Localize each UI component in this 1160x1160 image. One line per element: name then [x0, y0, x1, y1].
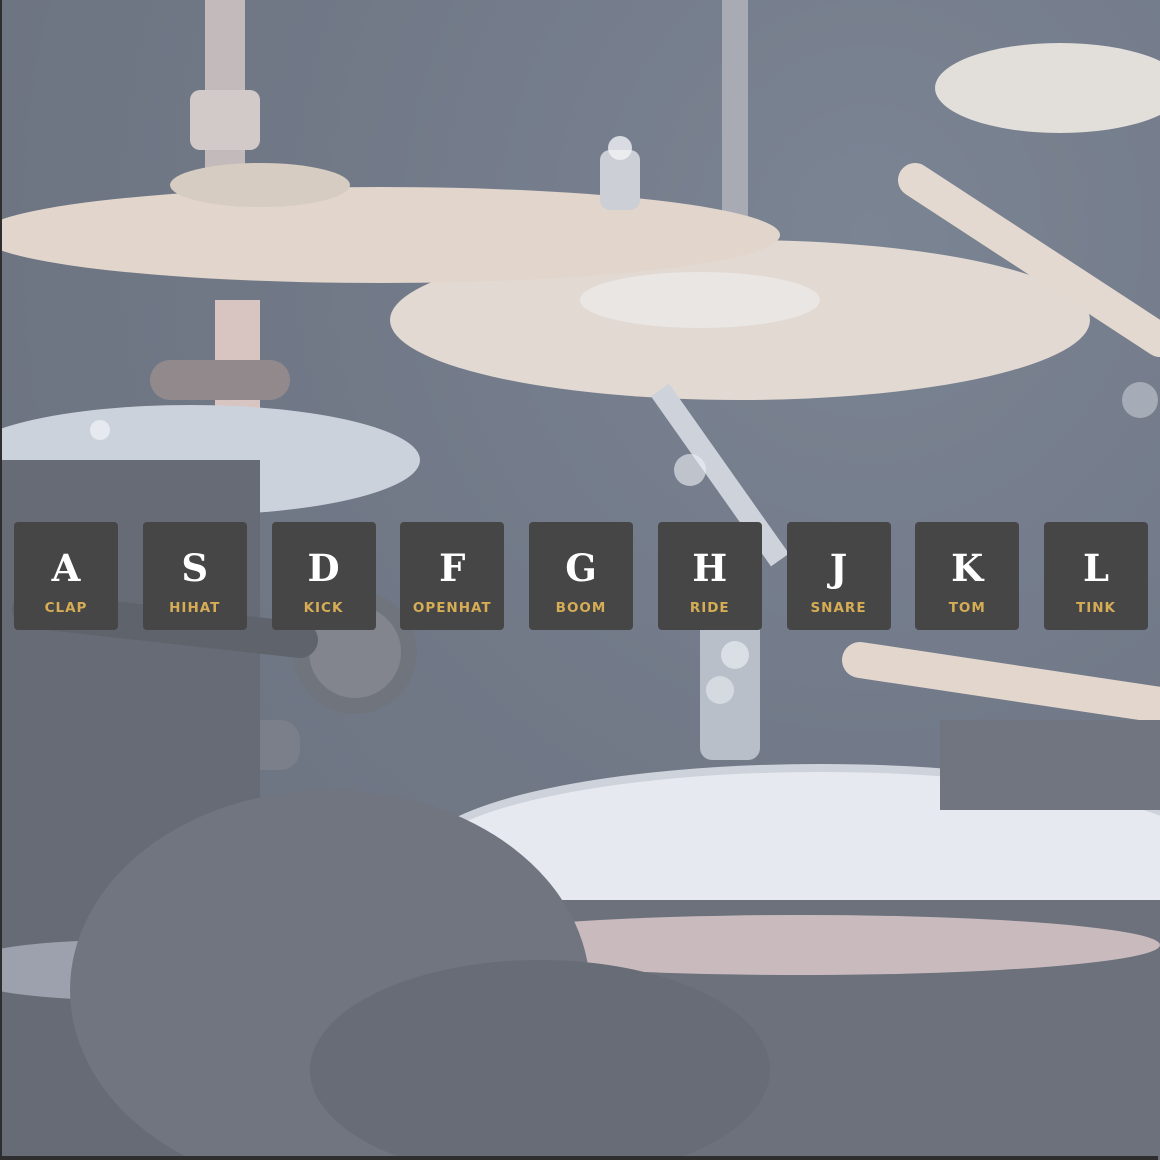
sound-label: CLAP [44, 600, 88, 616]
key-letter: G [565, 546, 597, 590]
key-letter: F [439, 546, 466, 590]
drum-key-j[interactable]: J SNARE [786, 522, 891, 630]
key-letter: H [692, 546, 728, 590]
key-letter: J [829, 546, 848, 590]
sound-label: HIHAT [169, 600, 221, 616]
sound-label: SNARE [810, 600, 867, 616]
drum-keys-row: A CLAP S HIHAT D KICK F OPENHAT G BOOM H… [14, 522, 1148, 630]
drum-key-l[interactable]: L TINK [1044, 522, 1148, 630]
sound-label: TINK [1076, 600, 1116, 616]
key-letter: L [1082, 546, 1109, 590]
key-letter: D [307, 546, 340, 590]
drum-key-s[interactable]: S HIHAT [142, 522, 247, 630]
drum-key-h[interactable]: H RIDE [657, 522, 762, 630]
sound-label: TOM [948, 600, 986, 616]
sound-label: OPENHAT [412, 600, 492, 616]
drum-key-a[interactable]: A CLAP [14, 522, 118, 630]
drum-key-f[interactable]: F OPENHAT [400, 522, 505, 630]
drum-key-g[interactable]: G BOOM [529, 522, 633, 630]
key-letter: A [51, 546, 81, 590]
key-letter: K [951, 546, 984, 590]
key-letter: S [181, 546, 209, 590]
sound-label: KICK [303, 600, 344, 616]
drum-key-k[interactable]: K TOM [915, 522, 1020, 630]
drum-key-d[interactable]: D KICK [271, 522, 376, 630]
sound-label: RIDE [689, 600, 730, 616]
sound-label: BOOM [555, 600, 607, 616]
